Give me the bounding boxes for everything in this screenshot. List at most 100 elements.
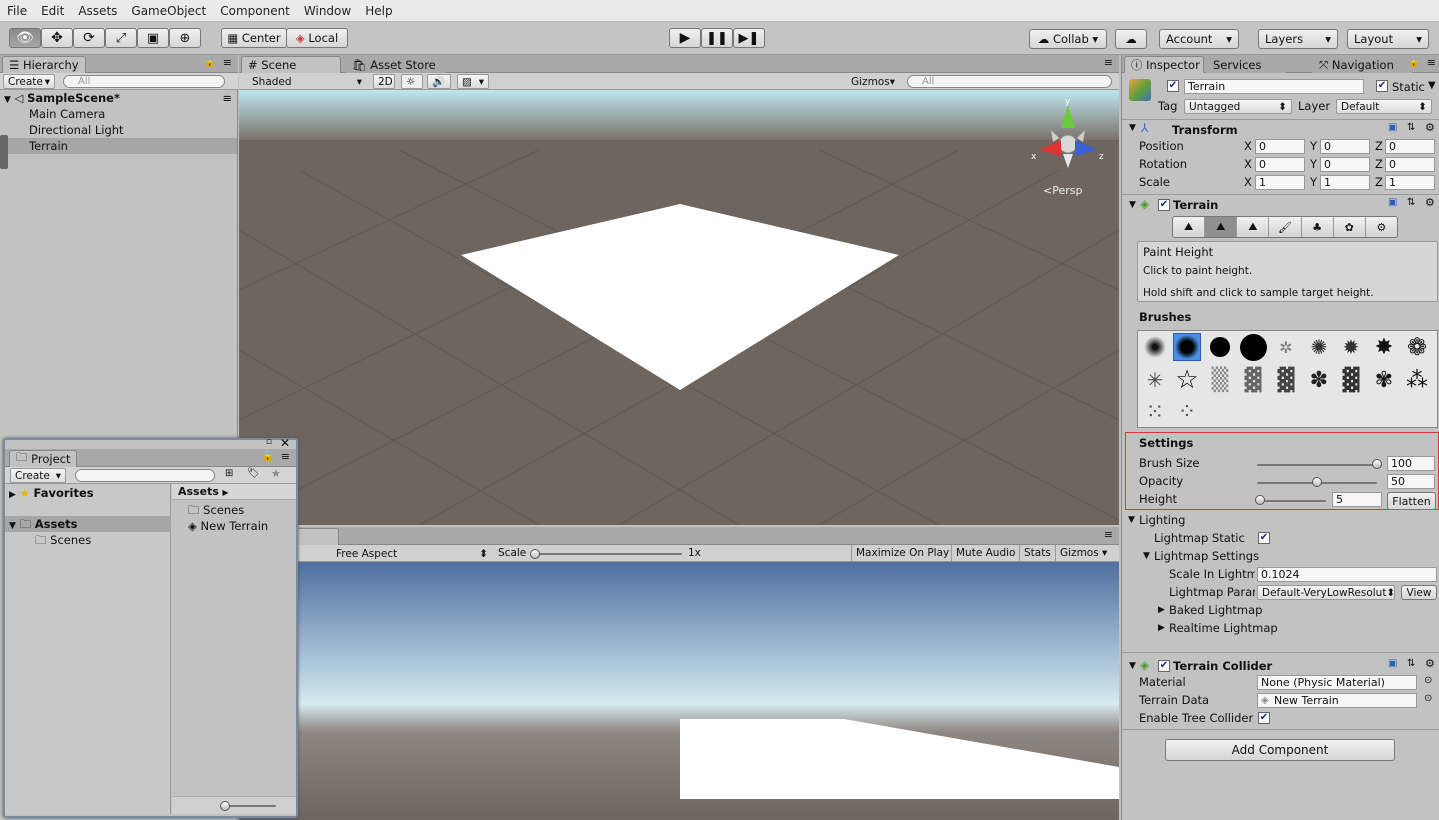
lock-icon[interactable]: 🔒 <box>204 57 216 68</box>
brush-size-knob[interactable] <box>1372 459 1382 469</box>
brush-hard-small[interactable] <box>1206 333 1234 361</box>
collapse-arrow-icon[interactable]: ▼ <box>1143 551 1150 561</box>
scene-viewport[interactable]: y x z <Persp <box>239 90 1119 525</box>
brush-smudge-2[interactable]: ▓ <box>1337 366 1365 394</box>
panel-menu-icon[interactable]: ≡ <box>1427 56 1436 69</box>
star-icon[interactable]: ★ <box>271 467 281 480</box>
brush-burst[interactable]: ✳ <box>1141 366 1169 394</box>
lock-icon[interactable]: 🔒 <box>1408 57 1420 68</box>
menu-gameobject[interactable]: GameObject <box>124 4 213 18</box>
expand-arrow-icon[interactable]: ▶ <box>9 490 16 500</box>
collapse-arrow-icon[interactable]: ▼ <box>1129 200 1136 210</box>
rotate-tool-button[interactable]: ⟳ <box>73 28 105 48</box>
material-field[interactable]: None (Physic Material) <box>1257 675 1417 690</box>
hand-tool-button[interactable]: 👁 <box>9 28 41 48</box>
mute-audio-toggle[interactable]: Mute Audio <box>951 545 1019 562</box>
terrain-settings-tool[interactable]: ⚙ <box>1366 217 1397 237</box>
panel-menu-icon[interactable]: ≡ <box>281 450 290 463</box>
expand-arrow-icon[interactable]: ▼ <box>9 521 16 531</box>
menu-assets[interactable]: Assets <box>71 4 124 18</box>
menu-window[interactable]: Window <box>297 4 358 18</box>
rotation-y-field[interactable]: 0 <box>1320 157 1370 172</box>
terrain-data-field[interactable]: ◈ New Terrain <box>1257 693 1417 708</box>
audio-toggle[interactable]: 🔊 <box>427 74 451 89</box>
icon-size-slider[interactable] <box>224 805 276 807</box>
brush-soft-small[interactable] <box>1141 333 1169 361</box>
project-search-input[interactable] <box>75 469 215 482</box>
brush-speckle-1[interactable]: ⁙ <box>1141 398 1169 426</box>
2d-toggle[interactable]: 2D <box>373 74 395 89</box>
object-name-field[interactable]: Terrain <box>1184 79 1364 94</box>
preset-icon[interactable]: ⇅ <box>1407 122 1415 133</box>
hierarchy-item-terrain[interactable]: Terrain <box>0 138 237 154</box>
scale-y-field[interactable]: 1 <box>1320 175 1370 190</box>
play-button[interactable]: ▶ <box>669 28 701 48</box>
game-gizmos-dropdown[interactable]: Gizmos ▾ <box>1055 545 1113 562</box>
menu-help[interactable]: Help <box>358 4 399 18</box>
opacity-field[interactable]: 50 <box>1387 474 1435 489</box>
create-dropdown[interactable]: Create ▾ <box>10 468 66 483</box>
close-icon[interactable]: ✕ <box>280 436 290 450</box>
scale-in-lightmap-field[interactable]: 0.1024 <box>1257 567 1437 582</box>
icon-size-knob[interactable] <box>220 801 230 811</box>
game-viewport[interactable] <box>239 562 1119 820</box>
help-icon[interactable]: ▣ <box>1388 197 1397 208</box>
preset-icon[interactable]: ⇅ <box>1407 197 1415 208</box>
panel-menu-icon[interactable]: ≡ <box>1104 56 1113 69</box>
game-scale-slider[interactable] <box>535 553 682 555</box>
brush-size-slider[interactable] <box>1257 464 1377 466</box>
collider-enabled-checkbox[interactable]: ✔ <box>1158 660 1170 672</box>
pause-button[interactable]: ❚❚ <box>701 28 733 48</box>
height-field[interactable]: 5 <box>1332 492 1382 507</box>
tab-navigation[interactable]: ⤧ Navigation <box>1312 56 1412 73</box>
tab-scene[interactable]: # Scene <box>241 56 341 73</box>
tree-assets[interactable]: ▼ 🗀 Assets <box>5 516 171 532</box>
layout-dropdown[interactable]: Layout ▾ <box>1347 29 1429 49</box>
file-scenes[interactable]: 🗀 Scenes <box>188 502 244 518</box>
brush-star[interactable]: ☆ <box>1173 365 1201 395</box>
scene-menu-icon[interactable]: ≡ <box>222 90 232 106</box>
space-local-button[interactable]: ◈ Local <box>286 28 348 48</box>
tree-scenes[interactable]: 🗀 Scenes <box>5 532 171 548</box>
tab-hierarchy[interactable]: ☰ Hierarchy <box>2 56 86 73</box>
lighting-toggle[interactable]: ☼ <box>401 74 423 89</box>
add-component-button[interactable]: Add Component <box>1165 739 1395 761</box>
brush-scatter-3[interactable]: ✹ <box>1337 333 1365 361</box>
terrain-enabled-checkbox[interactable]: ✔ <box>1158 199 1170 211</box>
paint-texture-tool[interactable]: 🖌 <box>1269 217 1302 237</box>
tab-services[interactable]: Services <box>1206 56 1286 73</box>
cloud-services-button[interactable]: ☁ <box>1115 29 1147 49</box>
layers-dropdown[interactable]: Layers ▾ <box>1258 29 1338 49</box>
pivot-center-button[interactable]: ▦ Center <box>221 28 287 48</box>
opacity-knob[interactable] <box>1312 477 1322 487</box>
panel-menu-icon[interactable]: ≡ <box>1104 528 1113 541</box>
static-dropdown-icon[interactable]: ▼ <box>1428 80 1436 91</box>
hierarchy-item-main-camera[interactable]: Main Camera <box>0 106 238 122</box>
raise-lower-tool[interactable]: ⛰ <box>1173 217 1206 237</box>
aspect-dropdown[interactable]: Free Aspect ⬍ <box>332 546 492 561</box>
lightmap-view-button[interactable]: View <box>1401 585 1437 600</box>
tag-dropdown[interactable]: Untagged ⬍ <box>1184 99 1292 114</box>
file-new-terrain[interactable]: ◈ New Terrain <box>188 518 268 534</box>
active-checkbox[interactable]: ✔ <box>1167 80 1179 92</box>
rect-tool-button[interactable]: ▣ <box>137 28 169 48</box>
hierarchy-search-input[interactable]: All <box>63 75 225 88</box>
position-x-field[interactable]: 0 <box>1255 139 1305 154</box>
transform-tool-button[interactable]: ⊕ <box>169 28 201 48</box>
step-button[interactable]: ▶❚ <box>733 28 765 48</box>
place-trees-tool[interactable]: ♣ <box>1302 217 1334 237</box>
static-checkbox[interactable]: ✔ <box>1376 80 1388 92</box>
move-tool-button[interactable]: ✥ <box>41 28 73 48</box>
preset-icon[interactable]: ⇅ <box>1407 658 1415 669</box>
create-dropdown[interactable]: Create ▾ <box>3 74 55 89</box>
menu-file[interactable]: File <box>0 4 34 18</box>
gizmos-dropdown[interactable]: Gizmos ▾ <box>847 74 899 89</box>
expand-arrow-icon[interactable]: ▶ <box>1158 605 1165 615</box>
brush-noise-1[interactable]: ▒ <box>1206 366 1234 394</box>
gear-icon[interactable]: ⚙ <box>1425 196 1435 209</box>
brush-splat-1[interactable]: ✸ <box>1370 333 1398 361</box>
tag-icon[interactable]: 🏷 <box>247 468 260 479</box>
realtime-lightmap-label[interactable]: Realtime Lightmap <box>1169 620 1278 636</box>
object-picker-icon[interactable]: ⊙ <box>1424 693 1432 704</box>
lock-icon[interactable]: 🔒 <box>262 451 274 462</box>
